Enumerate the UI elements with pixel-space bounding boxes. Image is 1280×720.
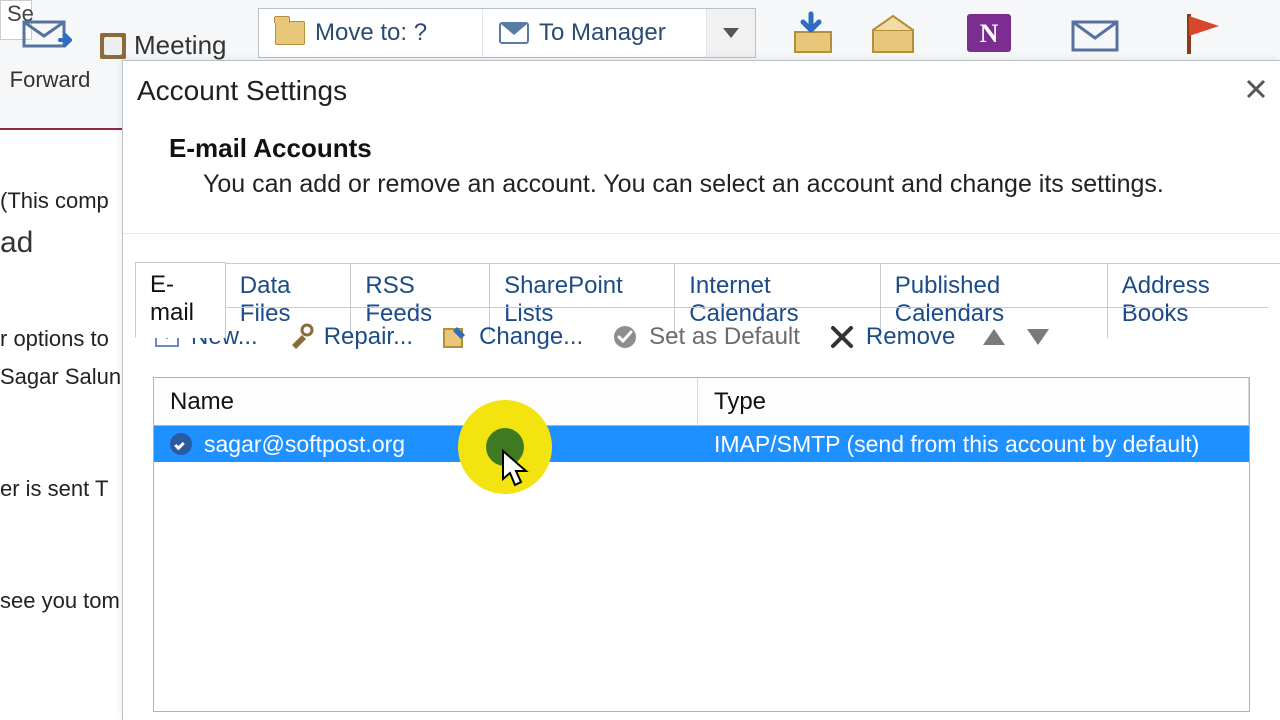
meeting-button[interactable]: Meeting	[100, 30, 227, 61]
repair-account-button[interactable]: Repair...	[286, 323, 413, 351]
grid-header: Name Type	[154, 378, 1249, 426]
change-label: Change...	[479, 323, 583, 351]
quicksteps-dropdown[interactable]	[707, 9, 755, 57]
dialog-title: Account Settings	[137, 75, 347, 107]
forward-label: Forward	[0, 68, 100, 91]
dialog-header: E-mail Accounts You can add or remove an…	[169, 133, 1260, 199]
unread-button[interactable]	[1062, 8, 1128, 58]
tab-address-books[interactable]: Address Books	[1107, 263, 1280, 338]
forward-button[interactable]: Forward	[0, 6, 100, 126]
account-name: sagar@softpost.org	[204, 431, 405, 458]
tab-email[interactable]: E-mail	[135, 262, 226, 338]
rules-button[interactable]	[860, 8, 926, 58]
meeting-label: Meeting	[134, 30, 227, 61]
remove-account-button[interactable]: Remove	[828, 323, 955, 351]
set-default-icon	[611, 323, 639, 351]
account-type: IMAP/SMTP (send from this account by def…	[714, 431, 1199, 458]
dialog-header-desc: You can add or remove an account. You ca…	[169, 170, 1260, 199]
left-frag-1: (This comp	[0, 182, 122, 220]
left-frag-2: ad	[0, 220, 122, 266]
forward-icon	[20, 10, 80, 60]
default-account-icon	[170, 433, 192, 455]
calendar-icon	[100, 33, 126, 59]
left-frag-5: er is sent T	[0, 470, 122, 508]
move-button[interactable]	[780, 8, 846, 58]
quickstep-to-manager[interactable]: To Manager	[483, 9, 707, 57]
account-row[interactable]: sagar@softpost.org IMAP/SMTP (send from …	[154, 426, 1249, 462]
set-default-button[interactable]: Set as Default	[611, 323, 800, 351]
move-up-button[interactable]	[983, 329, 1005, 345]
move-down-button[interactable]	[1027, 329, 1049, 345]
change-icon	[441, 323, 469, 351]
follow-up-button[interactable]	[1170, 8, 1236, 58]
onenote-button[interactable]: N	[956, 8, 1022, 58]
remove-label: Remove	[866, 323, 955, 351]
account-toolbar: New... Repair... Change... Set as Defaul…	[153, 323, 1049, 351]
repair-label: Repair...	[324, 323, 413, 351]
accounts-grid: Name Type sagar@softpost.org IMAP/SMTP (…	[153, 377, 1250, 712]
quickstep-to-manager-label: To Manager	[539, 19, 666, 47]
left-frag-3: r options to	[0, 320, 122, 358]
dialog-header-title: E-mail Accounts	[169, 133, 1260, 164]
folder-icon	[275, 21, 305, 45]
close-button[interactable]	[1236, 69, 1276, 109]
account-settings-dialog: Account Settings E-mail Accounts You can…	[122, 60, 1280, 720]
remove-icon	[828, 323, 856, 351]
repair-icon	[286, 323, 314, 351]
column-name[interactable]: Name	[154, 378, 698, 426]
chevron-down-icon	[723, 28, 739, 38]
set-default-label: Set as Default	[649, 323, 800, 351]
left-frag-4: Sagar Salunk	[0, 358, 122, 396]
left-frag-6: see you tom	[0, 582, 122, 620]
column-type[interactable]: Type	[698, 378, 1249, 426]
tab-underline	[135, 307, 1268, 308]
quick-steps-gallery[interactable]: Move to: ? To Manager	[258, 8, 756, 58]
divider	[123, 233, 1280, 234]
change-account-button[interactable]: Change...	[441, 323, 583, 351]
svg-text:N: N	[980, 19, 999, 48]
quickstep-move-to[interactable]: Move to: ?	[259, 9, 483, 57]
quickstep-move-to-label: Move to: ?	[315, 19, 427, 47]
message-list-underlay: (This comp ad r options to Sagar Salunk …	[0, 130, 122, 720]
envelope-icon	[499, 22, 529, 44]
